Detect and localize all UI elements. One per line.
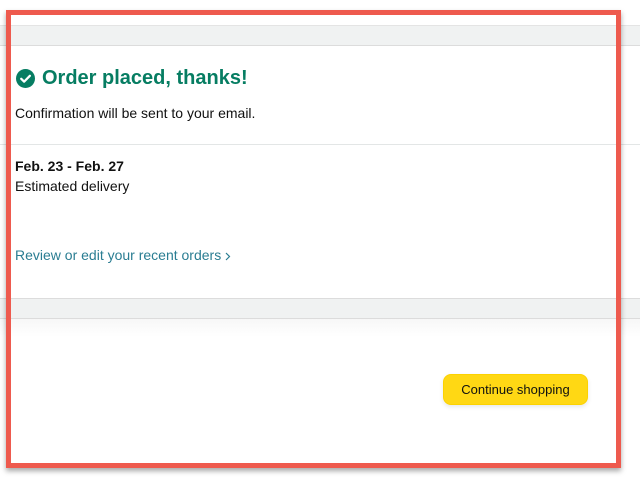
section-shadow [0, 319, 640, 337]
delivery-label: Estimated delivery [15, 178, 130, 194]
review-orders-link[interactable]: Review or edit your recent orders [15, 247, 231, 264]
chevron-right-icon [225, 252, 231, 260]
divider [0, 144, 640, 145]
review-orders-label: Review or edit your recent orders [15, 247, 222, 263]
section-separator-bottom [0, 298, 640, 319]
confirmation-heading: Order placed, thanks! [16, 66, 248, 90]
confirmation-subtitle: Confirmation will be sent to your email. [15, 105, 256, 121]
confirmation-title: Order placed, thanks! [42, 67, 248, 89]
continue-shopping-button[interactable]: Continue shopping [443, 374, 588, 405]
order-confirmation-page: Order placed, thanks! Confirmation will … [0, 0, 640, 480]
section-separator-top [0, 25, 640, 46]
delivery-date-range: Feb. 23 - Feb. 27 [15, 158, 124, 174]
check-circle-icon [16, 68, 35, 88]
